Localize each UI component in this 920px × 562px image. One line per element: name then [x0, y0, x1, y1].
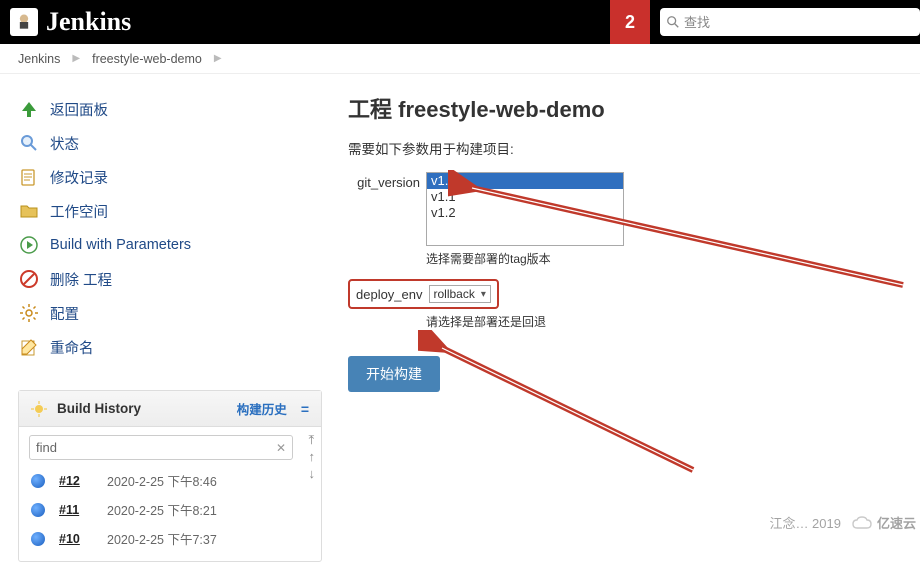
status-ball-icon — [31, 474, 45, 488]
git-version-listbox[interactable]: v1.3 v1.1 v1.2 — [426, 172, 624, 246]
history-scroll-arrows: ⤒ ↑ ↓ — [309, 433, 316, 480]
no-entry-icon — [18, 268, 40, 290]
build-history-search[interactable]: ✕ — [29, 435, 293, 460]
scroll-top-icon[interactable]: ⤒ — [309, 433, 316, 446]
build-history-list: #12 2020-2-25 下午8:46 #11 2020-2-25 下午8:2… — [29, 466, 311, 553]
search-box[interactable] — [660, 8, 920, 36]
clear-icon[interactable]: ✕ — [276, 441, 286, 455]
param-label: git_version — [348, 172, 420, 190]
param-help-text: 选择需要部署的tag版本 — [426, 250, 900, 267]
watermark-text: 江念… 2019 — [769, 513, 841, 532]
build-date: 2020-2-25 下午7:37 — [107, 529, 217, 548]
sidebar-item-label: 修改记录 — [50, 167, 108, 188]
build-button[interactable]: 开始构建 — [348, 356, 440, 392]
rename-icon — [18, 336, 40, 358]
build-history-trend-link[interactable]: 构建历史 — [237, 399, 287, 418]
listbox-option[interactable]: v1.2 — [427, 205, 623, 221]
watermark: 江念… 2019 亿速云 — [769, 513, 916, 532]
build-history-item[interactable]: #10 2020-2-25 下午7:37 — [29, 524, 311, 553]
build-history-search-input[interactable] — [36, 440, 268, 455]
build-number-link[interactable]: #11 — [59, 503, 93, 517]
page-title: 工程 freestyle-web-demo — [348, 92, 900, 124]
sidebar-item-label: 配置 — [50, 303, 79, 324]
param-git-version: git_version v1.3 v1.1 v1.2 — [348, 172, 900, 246]
sidebar-item-label: 返回面板 — [50, 99, 108, 120]
sidebar-menu: 返回面板 状态 修改记录 工作空间 Build with Parameters … — [18, 92, 322, 364]
sidebar-item-delete[interactable]: 删除 工程 — [18, 262, 322, 296]
sidebar-item-label: 删除 工程 — [50, 269, 112, 290]
search-wrap — [660, 8, 920, 36]
gear-icon — [18, 302, 40, 324]
build-history-panel: Build History 构建历史 = ⤒ ↑ ↓ ✕ #12 — [18, 390, 322, 562]
folder-icon — [18, 200, 40, 222]
listbox-option[interactable]: v1.1 — [427, 189, 623, 205]
search-icon — [666, 15, 680, 29]
sidebar-item-configure[interactable]: 配置 — [18, 296, 322, 330]
sidebar-item-changes[interactable]: 修改记录 — [18, 160, 322, 194]
cloud-icon — [851, 515, 873, 531]
breadcrumb: Jenkins ▶ freestyle-web-demo ▶ — [0, 44, 920, 74]
build-history-title: Build History — [57, 401, 227, 416]
param-deploy-env-highlight: deploy_env rollback ▾ — [348, 279, 499, 309]
sidebar-item-workspace[interactable]: 工作空间 — [18, 194, 322, 228]
sidebar-item-back[interactable]: 返回面板 — [18, 92, 322, 126]
sidebar-item-label: Build with Parameters — [50, 237, 191, 253]
main-content: 工程 freestyle-web-demo 需要如下参数用于构建项目: git_… — [340, 74, 920, 562]
search-input[interactable] — [684, 15, 914, 30]
build-date: 2020-2-25 下午8:46 — [107, 471, 217, 490]
clock-play-icon — [18, 234, 40, 256]
build-number-link[interactable]: #12 — [59, 474, 93, 488]
sidebar-item-label: 工作空间 — [50, 201, 108, 222]
collapse-toggle[interactable]: = — [301, 401, 309, 417]
watermark-logo: 亿速云 — [851, 513, 916, 532]
chevron-right-icon: ▶ — [72, 53, 80, 64]
sidebar-item-label: 重命名 — [50, 337, 94, 358]
top-bar: Jenkins 2 — [0, 0, 920, 44]
scroll-up-icon[interactable]: ↑ — [309, 450, 316, 463]
sun-icon — [31, 401, 47, 417]
param-label: deploy_env — [356, 287, 423, 302]
sidebar-item-label: 状态 — [50, 133, 79, 154]
notepad-icon — [18, 166, 40, 188]
scroll-down-icon[interactable]: ↓ — [309, 467, 316, 480]
build-date: 2020-2-25 下午8:21 — [107, 500, 217, 519]
up-arrow-icon — [18, 98, 40, 120]
build-history-item[interactable]: #11 2020-2-25 下午8:21 — [29, 495, 311, 524]
deploy-env-select[interactable]: rollback ▾ — [429, 285, 491, 303]
brand-title: Jenkins — [46, 7, 131, 37]
breadcrumb-item-project[interactable]: freestyle-web-demo — [92, 52, 202, 66]
sidebar-item-build-params[interactable]: Build with Parameters — [18, 228, 322, 262]
status-ball-icon — [31, 503, 45, 517]
sidebar-item-rename[interactable]: 重命名 — [18, 330, 322, 364]
magnifier-icon — [18, 132, 40, 154]
sidebar-item-status[interactable]: 状态 — [18, 126, 322, 160]
chevron-down-icon: ▾ — [481, 289, 486, 300]
page-description: 需要如下参数用于构建项目: — [348, 138, 900, 158]
param-help-text: 请选择是部署还是回退 — [426, 313, 900, 330]
logo-area[interactable]: Jenkins — [0, 7, 141, 37]
chevron-right-icon: ▶ — [214, 53, 222, 64]
breadcrumb-item-jenkins[interactable]: Jenkins — [18, 52, 60, 66]
sidebar: 返回面板 状态 修改记录 工作空间 Build with Parameters … — [0, 74, 340, 562]
select-value: rollback — [434, 287, 475, 301]
notification-badge[interactable]: 2 — [610, 0, 650, 44]
build-history-body: ⤒ ↑ ↓ ✕ #12 2020-2-25 下午8:46 — [19, 427, 321, 561]
build-history-item[interactable]: #12 2020-2-25 下午8:46 — [29, 466, 311, 495]
build-history-header: Build History 构建历史 = — [19, 391, 321, 427]
listbox-option[interactable]: v1.3 — [427, 173, 623, 189]
jenkins-logo-icon — [10, 8, 38, 36]
